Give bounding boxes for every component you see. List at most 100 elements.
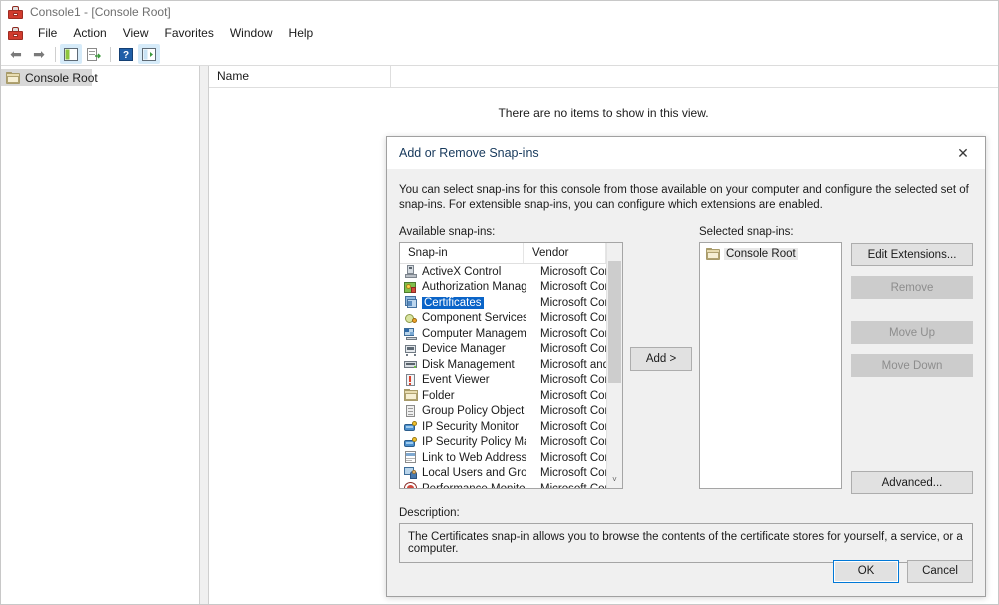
selected-snapins-listbox[interactable]: Console Root — [699, 242, 842, 489]
mmc-console-icon — [8, 5, 23, 19]
menu-bar: File Action View Favorites Window Help — [1, 22, 998, 43]
computer-management-icon — [404, 327, 418, 340]
available-snapin-row[interactable]: CertificatesMicrosoft Corp... — [400, 295, 622, 311]
ip-security-monitor-icon — [404, 420, 418, 433]
available-snapin-name: Device Manager — [422, 343, 526, 355]
available-snapin-row[interactable]: FolderMicrosoft Corp... — [400, 388, 622, 404]
show-hide-tree-button[interactable] — [60, 44, 82, 64]
export-list-button[interactable] — [83, 44, 105, 64]
edit-extensions-button[interactable]: Edit Extensions... — [851, 243, 973, 266]
description-label: Description: — [399, 507, 973, 519]
ip-security-policy-icon — [404, 436, 418, 449]
local-users-and-groups-icon — [404, 467, 418, 480]
cancel-button[interactable]: Cancel — [907, 560, 973, 583]
available-snapins-listbox[interactable]: Snap-in Vendor ˄ ActiveX ControlMicrosof… — [399, 242, 623, 489]
available-snapin-row[interactable]: IP Security Policy Ma...Microsoft Corp..… — [400, 435, 622, 451]
available-snapin-row[interactable]: Link to Web AddressMicrosoft Corp... — [400, 450, 622, 466]
menu-item-help[interactable]: Help — [281, 24, 322, 42]
disk-management-icon — [404, 358, 418, 371]
authorization-manager-icon — [404, 281, 418, 294]
available-snapins-column: Available snap-ins: Snap-in Vendor ˄ Act… — [399, 226, 623, 494]
new-window-icon — [142, 48, 156, 61]
available-snapin-name: Folder — [422, 390, 526, 402]
available-snapin-name: Performance Monitor — [422, 483, 526, 488]
certificates-icon — [404, 296, 418, 309]
available-snapin-name: Authorization Manager — [422, 281, 526, 293]
available-list-rows: ActiveX ControlMicrosoft Corp...Authoriz… — [400, 264, 622, 488]
snapin-action-buttons: Edit Extensions... Remove Move Up Move D… — [851, 226, 973, 494]
new-window-button[interactable] — [138, 44, 160, 64]
available-snapin-row[interactable]: Performance MonitorMicrosoft Corp... — [400, 481, 622, 488]
toolbar-separator-2 — [110, 47, 111, 62]
dialog-title: Add or Remove Snap-ins — [399, 146, 539, 160]
remove-button[interactable]: Remove — [851, 276, 973, 299]
column-header-snapin[interactable]: Snap-in — [400, 243, 524, 263]
tree-item-label: Console Root — [25, 71, 98, 85]
menu-item-file[interactable]: File — [31, 24, 65, 42]
available-snapin-name: Link to Web Address — [422, 452, 526, 464]
selected-snapin-row[interactable]: Console Root — [702, 246, 839, 262]
folder-icon — [706, 248, 720, 260]
menu-item-window[interactable]: Window — [222, 24, 281, 42]
mmc-system-menu-icon[interactable] — [8, 26, 23, 40]
column-header-name[interactable]: Name — [209, 66, 391, 87]
available-snapin-name: Computer Managem... — [422, 328, 526, 340]
available-snapin-name: ActiveX Control — [422, 266, 526, 278]
column-header-blank[interactable] — [391, 66, 399, 87]
available-snapin-row[interactable]: Local Users and Gro...Microsoft Corp... — [400, 466, 622, 482]
advanced-button[interactable]: Advanced... — [851, 471, 973, 494]
move-down-button[interactable]: Move Down — [851, 354, 973, 377]
add-button[interactable]: Add > — [630, 347, 692, 371]
device-manager-icon — [404, 343, 418, 356]
available-snapin-row[interactable]: Disk ManagementMicrosoft and ... — [400, 357, 622, 373]
available-snapin-row[interactable]: Computer Managem...Microsoft Corp... — [400, 326, 622, 342]
link-to-web-address-icon — [404, 451, 418, 464]
menu-item-view[interactable]: View — [115, 24, 157, 42]
tree-pane-icon — [64, 48, 78, 61]
help-button[interactable]: ? — [115, 44, 137, 64]
back-arrow-icon: ⬅ — [10, 47, 22, 61]
menu-item-action[interactable]: Action — [65, 24, 114, 42]
dialog-intro-text: You can select snap-ins for this console… — [399, 183, 975, 213]
dialog-content: You can select snap-ins for this console… — [387, 169, 985, 546]
available-snapin-row[interactable]: IP Security MonitorMicrosoft Corp... — [400, 419, 622, 435]
close-icon[interactable]: ✕ — [941, 138, 985, 169]
console-tree-pane: Console Root — [1, 66, 200, 604]
available-list-scrollbar[interactable]: ˅ — [606, 243, 622, 488]
available-snapin-row[interactable]: Device ManagerMicrosoft Corp... — [400, 342, 622, 358]
menu-item-favorites[interactable]: Favorites — [157, 24, 222, 42]
available-snapin-row[interactable]: Component ServicesMicrosoft Corp... — [400, 311, 622, 327]
group-policy-object-icon — [404, 405, 418, 418]
back-button[interactable]: ⬅ — [5, 44, 27, 64]
available-snapin-name: Event Viewer — [422, 374, 526, 386]
available-snapin-name: Certificates — [422, 297, 484, 309]
scroll-down-arrow-icon[interactable]: ˅ — [607, 471, 622, 488]
selected-snapins-column: Selected snap-ins: Console Root — [699, 226, 842, 494]
available-snapin-name: Component Services — [422, 312, 526, 324]
available-snapin-row[interactable]: Event ViewerMicrosoft Corp... — [400, 373, 622, 389]
available-snapin-row[interactable]: Authorization ManagerMicrosoft Corp... — [400, 280, 622, 296]
available-snapin-name: Group Policy Object ... — [422, 405, 526, 417]
performance-monitor-icon — [404, 482, 418, 488]
activex-icon — [404, 265, 418, 278]
available-snapin-name: IP Security Policy Ma... — [422, 436, 526, 448]
pane-splitter[interactable] — [200, 66, 209, 604]
available-snapin-row[interactable]: ActiveX ControlMicrosoft Corp... — [400, 264, 622, 280]
snapins-panes: Available snap-ins: Snap-in Vendor ˄ Act… — [399, 226, 973, 494]
selected-snapin-label: Console Root — [724, 248, 798, 260]
export-list-icon — [87, 48, 101, 61]
available-snapins-label: Available snap-ins: — [399, 226, 623, 238]
empty-view-message: There are no items to show in this view. — [209, 106, 998, 120]
available-snapin-row[interactable]: Group Policy Object ...Microsoft Corp... — [400, 404, 622, 420]
move-up-button[interactable]: Move Up — [851, 321, 973, 344]
scrollbar-thumb[interactable] — [608, 261, 621, 383]
svg-text:?: ? — [123, 50, 129, 61]
forward-arrow-icon: ➡ — [33, 47, 45, 61]
column-header-vendor[interactable]: Vendor — [524, 243, 606, 263]
forward-button[interactable]: ➡ — [28, 44, 50, 64]
window-titlebar: Console1 - [Console Root] — [1, 1, 998, 22]
available-snapin-name: IP Security Monitor — [422, 421, 526, 433]
tree-item-console-root[interactable]: Console Root — [1, 69, 92, 86]
add-remove-snapins-dialog: Add or Remove Snap-ins ✕ You can select … — [386, 136, 986, 597]
ok-button[interactable]: OK — [833, 560, 899, 583]
